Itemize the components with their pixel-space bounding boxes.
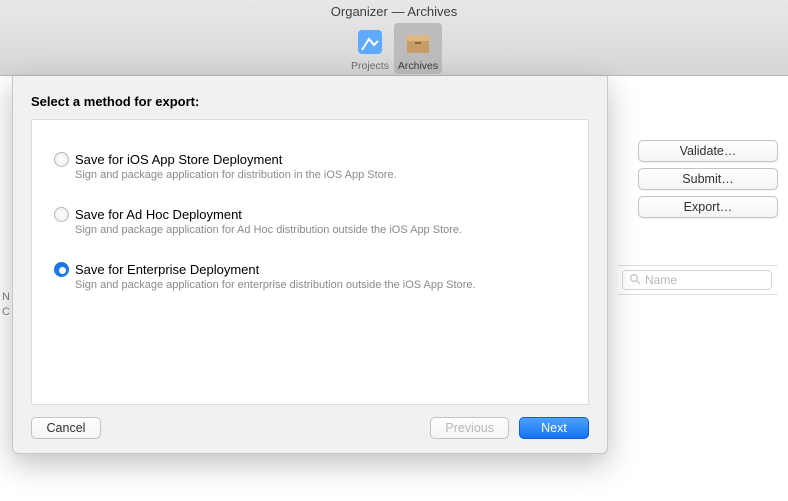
next-button[interactable]: Next <box>519 417 589 439</box>
export-option-appstore[interactable]: Save for iOS App Store Deployment Sign a… <box>54 152 566 181</box>
export-options-box: Save for iOS App Store Deployment Sign a… <box>31 119 589 405</box>
tab-archives-label: Archives <box>398 60 438 72</box>
sheet-heading: Select a method for export: <box>31 94 589 109</box>
search-input[interactable]: Name <box>622 270 772 290</box>
toolbar: Organizer — Archives Projects <box>0 0 788 76</box>
export-option-adhoc[interactable]: Save for Ad Hoc Deployment Sign and pack… <box>54 207 566 236</box>
export-option-desc: Sign and package application for Ad Hoc … <box>75 224 462 236</box>
search-placeholder: Name <box>645 273 677 287</box>
export-option-title: Save for iOS App Store Deployment <box>75 152 397 168</box>
tab-projects-label: Projects <box>351 60 389 72</box>
archives-icon <box>400 26 436 58</box>
radio-icon <box>54 152 69 167</box>
submit-button[interactable]: Submit… <box>638 168 778 190</box>
export-method-radio-group: Save for iOS App Store Deployment Sign a… <box>54 152 566 291</box>
search-icon <box>629 273 641 288</box>
validate-button[interactable]: Validate… <box>638 140 778 162</box>
filter-row: Name <box>618 265 778 295</box>
radio-icon <box>54 207 69 222</box>
cancel-button[interactable]: Cancel <box>31 417 101 439</box>
export-option-enterprise[interactable]: Save for Enterprise Deployment Sign and … <box>54 262 566 291</box>
sheet-footer: Cancel Previous Next <box>31 405 589 439</box>
export-option-title: Save for Enterprise Deployment <box>75 262 476 278</box>
export-sheet: Select a method for export: Save for iOS… <box>12 76 608 454</box>
radio-icon <box>54 262 69 277</box>
tab-projects[interactable]: Projects <box>346 23 394 74</box>
side-actions: Validate… Submit… Export… <box>628 140 788 224</box>
left-initial-n: N <box>2 290 10 305</box>
previous-button[interactable]: Previous <box>430 417 509 439</box>
projects-icon <box>352 26 388 58</box>
export-button[interactable]: Export… <box>638 196 778 218</box>
export-option-desc: Sign and package application for enterpr… <box>75 279 476 291</box>
left-initial-c: C <box>2 305 10 320</box>
left-initials: N C <box>2 290 10 320</box>
window-title: Organizer — Archives <box>0 4 788 19</box>
toolbar-tabs: Projects Archives <box>346 23 442 74</box>
export-option-title: Save for Ad Hoc Deployment <box>75 207 462 223</box>
export-option-desc: Sign and package application for distrib… <box>75 169 397 181</box>
tab-archives[interactable]: Archives <box>394 23 442 74</box>
